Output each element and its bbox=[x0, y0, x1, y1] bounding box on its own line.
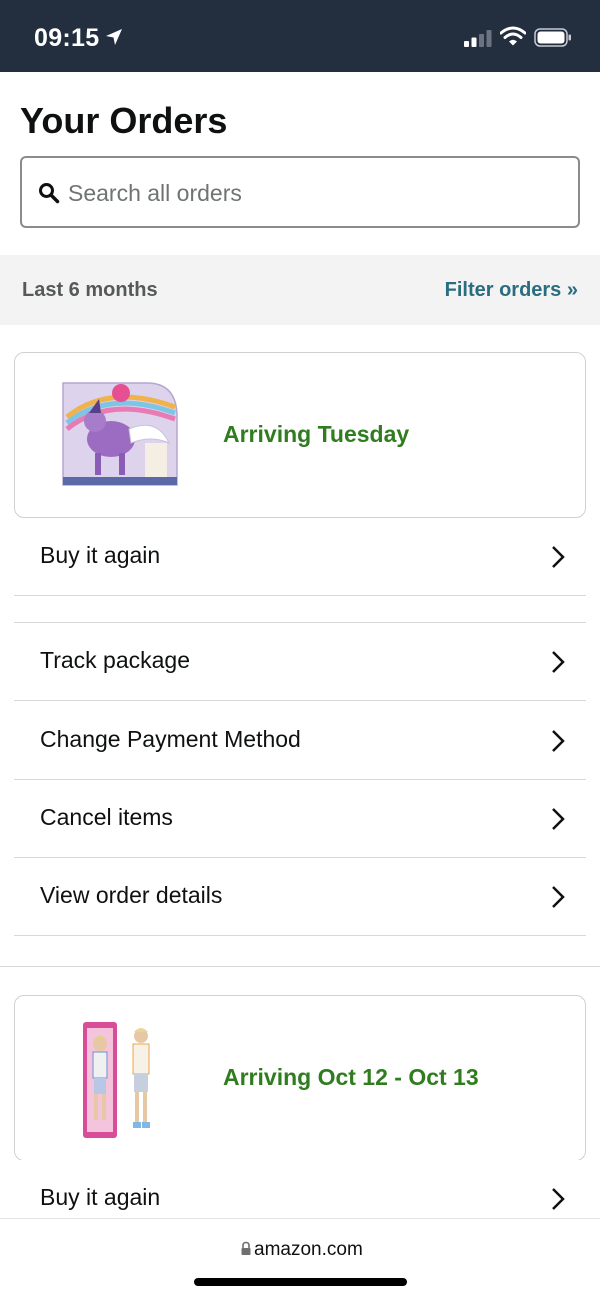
change-payment-method-row[interactable]: Change Payment Method bbox=[14, 702, 586, 780]
row-label: Buy it again bbox=[40, 1184, 161, 1210]
row-label: View order details bbox=[40, 882, 223, 908]
row-label: Change Payment Method bbox=[40, 726, 301, 752]
home-indicator[interactable] bbox=[194, 1278, 407, 1286]
order-card[interactable]: Arriving Oct 12 - Oct 13 bbox=[14, 995, 586, 1161]
view-order-details-row[interactable]: View order details bbox=[14, 858, 586, 936]
filter-strip: Last 6 months Filter orders » bbox=[0, 255, 600, 325]
product-image-pony-toy bbox=[62, 382, 178, 486]
chevron-right-icon bbox=[552, 651, 565, 673]
row-label: Buy it again bbox=[40, 542, 161, 568]
location-arrow-icon bbox=[106, 29, 122, 45]
wifi-icon bbox=[500, 26, 526, 46]
page-title: Your Orders bbox=[20, 100, 228, 141]
lock-icon bbox=[241, 1241, 251, 1255]
row-label: Cancel items bbox=[40, 804, 173, 830]
track-package-row[interactable]: Track package bbox=[14, 623, 586, 701]
chevron-right-icon bbox=[552, 808, 565, 830]
search-box[interactable] bbox=[20, 156, 580, 228]
cancel-items-row[interactable]: Cancel items bbox=[14, 780, 586, 858]
chevron-right-icon bbox=[552, 730, 565, 752]
chevron-right-icon bbox=[552, 546, 565, 568]
order-status-label: Arriving Oct 12 - Oct 13 bbox=[223, 1064, 479, 1090]
search-input[interactable] bbox=[68, 174, 558, 212]
order-separator bbox=[0, 966, 600, 967]
status-time: 09:15 bbox=[34, 24, 100, 52]
product-image-doll bbox=[83, 1022, 150, 1138]
order-card[interactable]: Arriving Tuesday bbox=[14, 352, 586, 518]
battery-icon bbox=[534, 28, 571, 47]
browser-address-bar[interactable]: amazon.com bbox=[0, 1218, 600, 1297]
row-label: Track package bbox=[40, 647, 190, 673]
status-bar: 09:15 bbox=[0, 0, 600, 72]
chevron-right-icon bbox=[552, 886, 565, 908]
search-icon bbox=[39, 183, 60, 204]
buy-again-row[interactable]: Buy it again bbox=[14, 518, 586, 596]
chevron-right-icon bbox=[552, 1188, 565, 1210]
date-range-label: Last 6 months bbox=[22, 279, 158, 301]
cellular-signal-icon bbox=[464, 30, 492, 47]
filter-orders-link[interactable]: Filter orders » bbox=[445, 279, 578, 302]
order-status-label: Arriving Tuesday bbox=[223, 421, 410, 447]
url-text: amazon.com bbox=[254, 1239, 363, 1260]
